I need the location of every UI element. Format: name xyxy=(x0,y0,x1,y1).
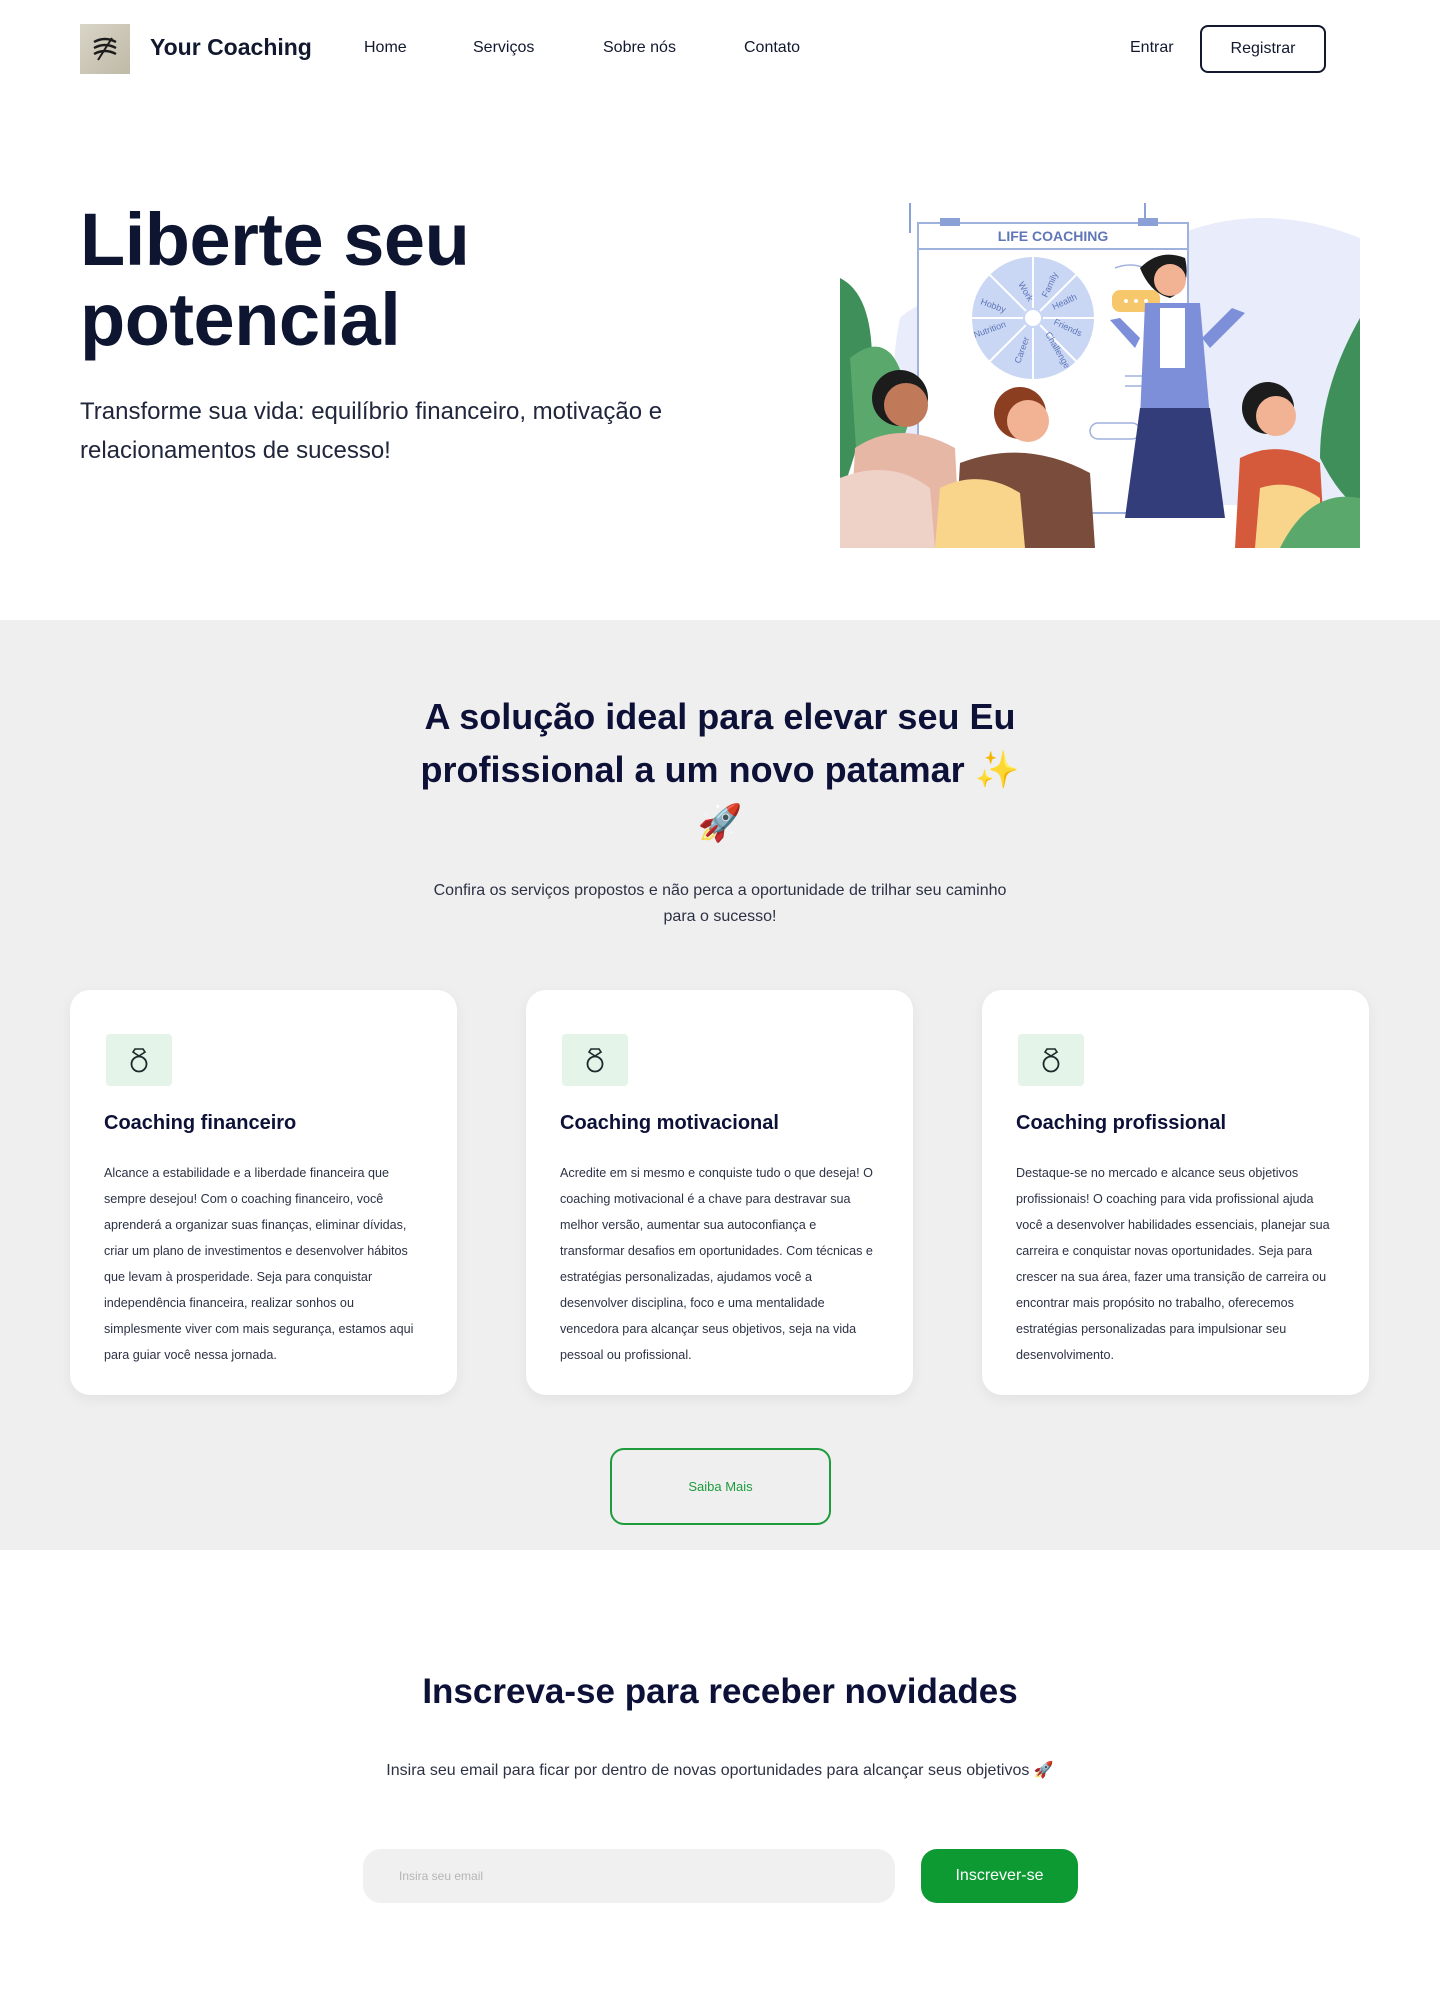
login-link[interactable]: Entrar xyxy=(1130,39,1174,57)
leaf-logo-icon xyxy=(93,37,117,61)
service-card-profissional: Coaching profissional Destaque-se no mer… xyxy=(982,990,1369,1395)
subscribe-button[interactable]: Inscrever-se xyxy=(921,1849,1078,1903)
card-text: Destaque-se no mercado e alcance seus ob… xyxy=(1016,1166,1330,1362)
ring-icon xyxy=(106,1034,172,1086)
newsletter-subtitle: Insira seu email para ficar por dentro d… xyxy=(386,1762,1054,1779)
board-title: LIFE COACHING xyxy=(998,228,1109,244)
nav-link-home[interactable]: Home xyxy=(364,39,407,57)
service-card-motivacional: Coaching motivacional Acredite em si mes… xyxy=(526,990,913,1395)
card-title: Coaching motivacional xyxy=(560,1112,779,1134)
saiba-mais-button[interactable]: Saiba Mais xyxy=(610,1448,831,1525)
life-coaching-illustration: LIFE COACHING Work Family Health Friends… xyxy=(840,203,1360,548)
brand-logo[interactable] xyxy=(80,24,130,74)
email-input[interactable] xyxy=(363,1849,895,1903)
card-text: Acredite em si mesmo e conquiste tudo o … xyxy=(560,1166,873,1362)
card-text: Alcance a estabilidade e a liberdade fin… xyxy=(104,1166,414,1362)
hero-title: Liberte seu potencial xyxy=(80,198,470,361)
services-title: A solução ideal para elevar seu Eu profi… xyxy=(420,696,1020,843)
top-navbar: Your Coaching Home Serviços Sobre nós Co… xyxy=(0,0,1440,98)
nav-link-sobre-nos[interactable]: Sobre nós xyxy=(603,39,676,57)
services-subtitle: Confira os serviços propostos e não perc… xyxy=(433,882,1007,925)
card-title: Coaching financeiro xyxy=(104,1112,297,1134)
ring-icon xyxy=(562,1034,628,1086)
hero-subtitle: Transforme sua vida: equilíbrio financei… xyxy=(80,398,663,464)
nav-link-servicos[interactable]: Serviços xyxy=(473,39,534,57)
newsletter-title: Inscreva-se para receber novidades xyxy=(422,1672,1018,1711)
register-button[interactable]: Registrar xyxy=(1200,25,1326,73)
ring-icon xyxy=(1018,1034,1084,1086)
card-title: Coaching profissional xyxy=(1016,1112,1227,1134)
nav-link-contato[interactable]: Contato xyxy=(744,39,800,57)
service-card-financeiro: Coaching financeiro Alcance a estabilida… xyxy=(70,990,457,1395)
services-section: A solução ideal para elevar seu Eu profi… xyxy=(0,620,1440,1550)
brand-name[interactable]: Your Coaching xyxy=(150,34,312,61)
hero-illustration: LIFE COACHING Work Family Health Friends… xyxy=(840,198,1360,548)
